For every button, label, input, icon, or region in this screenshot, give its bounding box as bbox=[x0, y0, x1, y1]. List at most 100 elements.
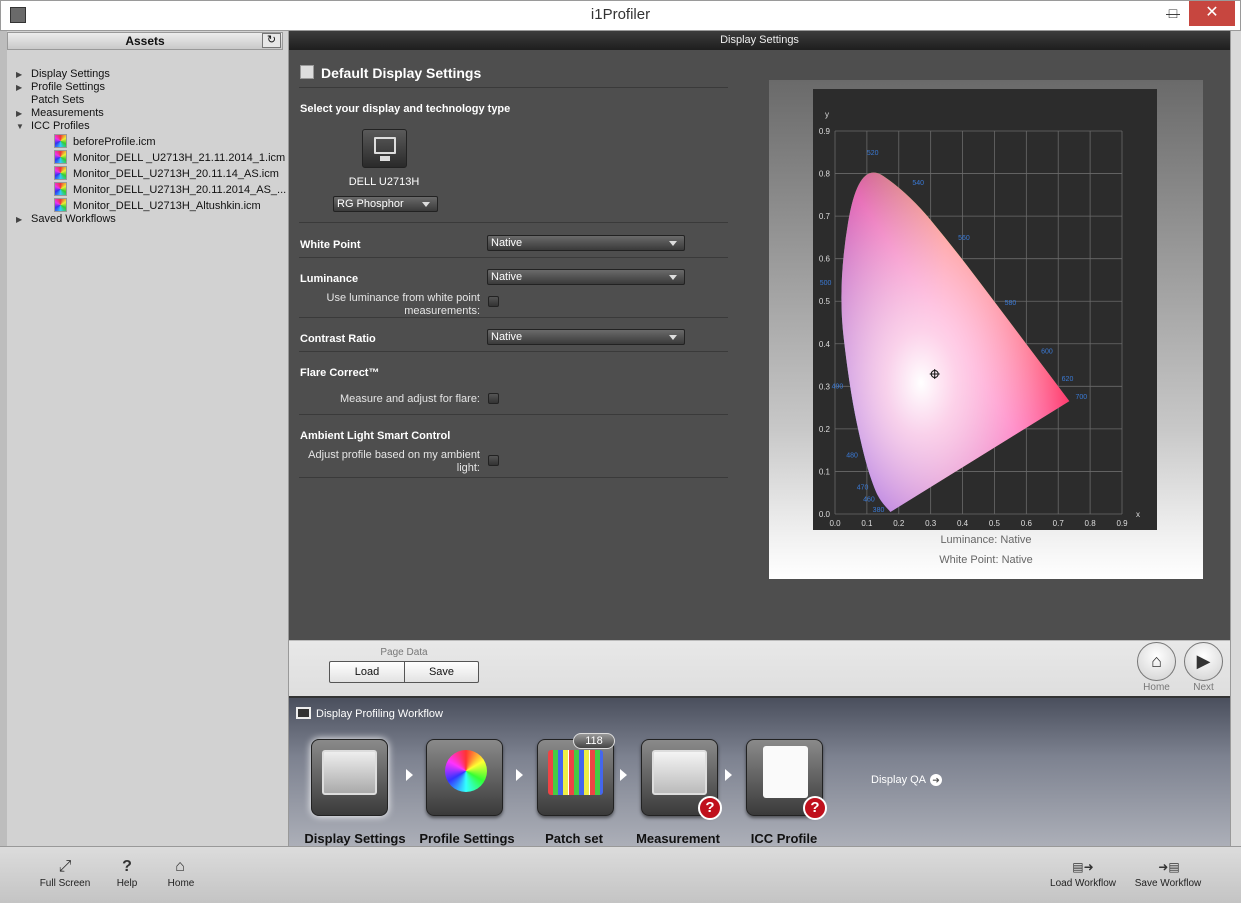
home-bottom-label[interactable]: Home bbox=[163, 878, 199, 889]
refresh-button[interactable]: ↻ bbox=[262, 33, 281, 48]
help-label[interactable]: Help bbox=[112, 878, 142, 889]
workflow-step-label: ICC Profile bbox=[750, 831, 818, 846]
luminance-dropdown[interactable]: Native bbox=[487, 269, 685, 285]
y-tick-label: 0.0 bbox=[819, 510, 831, 519]
tree-item-display-settings[interactable]: ▶ Display Settings bbox=[16, 68, 110, 81]
flare-option-label: Measure and adjust for flare: bbox=[339, 393, 480, 405]
flare-checkbox[interactable] bbox=[488, 393, 499, 404]
page-title: Default Display Settings bbox=[321, 65, 482, 81]
icc-file-item[interactable]: Monitor_DELL_U2713H_20.11.14_AS.icm bbox=[54, 166, 279, 181]
divider bbox=[299, 477, 728, 478]
display-name: DELL U2713H bbox=[348, 176, 420, 188]
luminance-checkbox[interactable] bbox=[488, 296, 499, 307]
wavelength-label: 700 bbox=[1075, 394, 1087, 401]
workflow-step-patch-set[interactable] bbox=[537, 739, 614, 816]
icc-file-icon bbox=[54, 134, 67, 148]
y-axis-title: y bbox=[825, 110, 829, 119]
select-display-label: Select your display and technology type bbox=[300, 103, 511, 115]
arrow-right-icon[interactable]: ➜ bbox=[930, 774, 942, 786]
white-point-dropdown[interactable]: Native bbox=[487, 235, 685, 251]
divider bbox=[299, 414, 728, 415]
white-point-label: White Point bbox=[300, 239, 361, 251]
home-button[interactable]: ⌂ bbox=[1137, 642, 1176, 681]
tree-item-saved-workflows[interactable]: ▶ Saved Workflows bbox=[16, 213, 116, 226]
icc-document-icon bbox=[763, 746, 808, 798]
x-axis-title: x bbox=[1136, 510, 1140, 519]
workflow-step-label: Profile Settings bbox=[419, 831, 515, 846]
page-data-label: Page Data bbox=[380, 647, 428, 658]
warning-icon: ? bbox=[698, 796, 722, 820]
icc-file-icon bbox=[54, 166, 67, 180]
save-workflow-icon[interactable]: ➜▤ bbox=[1154, 858, 1184, 876]
x-tick-label: 0.1 bbox=[861, 519, 873, 528]
step-arrow-icon bbox=[620, 769, 627, 781]
wavelength-label: 470 bbox=[857, 484, 869, 491]
tree-item-patch-sets[interactable]: Patch Sets bbox=[16, 94, 84, 107]
x-tick-label: 0.3 bbox=[925, 519, 937, 528]
full-screen-label[interactable]: Full Screen bbox=[36, 878, 94, 889]
wavelength-label: 480 bbox=[846, 453, 858, 460]
expand-arrow-icon[interactable]: ▶ bbox=[16, 107, 31, 120]
wavelength-label: 500 bbox=[820, 280, 832, 287]
wavelength-label: 580 bbox=[1005, 300, 1017, 307]
icc-file-icon bbox=[54, 150, 67, 164]
window-title: i1Profiler bbox=[590, 6, 651, 23]
load-workflow-label[interactable]: Load Workflow bbox=[1045, 878, 1121, 889]
tree-item-profile-settings[interactable]: ▶ Profile Settings bbox=[16, 81, 105, 94]
icc-file-icon bbox=[54, 182, 67, 196]
icc-file-item[interactable]: beforeProfile.icm bbox=[54, 134, 156, 149]
expand-arrow-icon[interactable]: ▶ bbox=[16, 81, 31, 94]
luminance-option-label: Use luminance from white point measureme… bbox=[326, 292, 480, 317]
next-button[interactable]: ▶ bbox=[1184, 642, 1223, 681]
ambient-checkbox[interactable] bbox=[488, 455, 499, 466]
x-tick-label: 0.6 bbox=[1021, 519, 1033, 528]
step-arrow-icon bbox=[516, 769, 523, 781]
technology-dropdown[interactable]: RG Phosphor bbox=[333, 196, 438, 212]
help-icon[interactable]: ? bbox=[117, 858, 137, 876]
wavelength-label: 490 bbox=[832, 383, 844, 390]
icc-file-item[interactable]: Monitor_DELL _U2713H_21.11.2014_1.icm bbox=[54, 150, 285, 165]
tree-item-measurements[interactable]: ▶ Measurements bbox=[16, 107, 104, 120]
load-workflow-icon[interactable]: ▤➜ bbox=[1068, 858, 1098, 876]
patch-count-badge: 118 bbox=[573, 733, 615, 749]
wavelength-label: 520 bbox=[867, 150, 879, 157]
close-button[interactable]: ✕ bbox=[1189, 1, 1235, 26]
divider bbox=[299, 317, 728, 318]
expand-arrow-icon[interactable]: ▶ bbox=[16, 213, 31, 226]
display-qa-link[interactable]: Display QA bbox=[871, 774, 926, 786]
workflow-step-profile-settings[interactable] bbox=[426, 739, 503, 816]
step-arrow-icon bbox=[725, 769, 732, 781]
wavelength-label: 540 bbox=[912, 180, 924, 187]
settings-page-icon bbox=[300, 65, 314, 79]
workflow-step-label: Patch set bbox=[545, 831, 603, 846]
home-icon[interactable]: ⌂ bbox=[170, 858, 190, 876]
contrast-ratio-dropdown[interactable]: Native bbox=[487, 329, 685, 345]
divider bbox=[299, 351, 728, 352]
y-tick-label: 0.4 bbox=[819, 340, 831, 349]
expand-arrow-icon[interactable]: ▶ bbox=[16, 68, 31, 81]
monitor-icon bbox=[374, 137, 396, 154]
ambient-light-label: Ambient Light Smart Control bbox=[300, 430, 451, 442]
collapse-arrow-icon[interactable]: ▼ bbox=[16, 120, 31, 133]
icc-file-item[interactable]: Monitor_DELL_U2713H_Altushkin.icm bbox=[54, 198, 261, 213]
tree-item-icc-profiles[interactable]: ▼ ICC Profiles bbox=[16, 120, 90, 133]
gear-icon bbox=[445, 750, 487, 792]
workflow-step-display-settings[interactable] bbox=[311, 739, 388, 816]
load-button[interactable]: Load bbox=[329, 661, 405, 683]
x-tick-label: 0.4 bbox=[957, 519, 969, 528]
save-button[interactable]: Save bbox=[404, 661, 479, 683]
luminance-label: Luminance bbox=[300, 273, 359, 285]
x-tick-label: 0.9 bbox=[1116, 519, 1128, 528]
x-tick-label: 0.7 bbox=[1053, 519, 1065, 528]
full-screen-icon[interactable]: ⤢ bbox=[55, 858, 75, 876]
monitor-icon bbox=[296, 707, 311, 719]
icc-file-item[interactable]: Monitor_DELL_U2713H_20.11.2014_AS_... bbox=[54, 182, 286, 197]
workflow-title: Display Profiling Workflow bbox=[316, 708, 443, 720]
workflow-step-label: Display Settings bbox=[304, 831, 406, 846]
y-tick-label: 0.2 bbox=[819, 425, 831, 434]
icc-file-icon bbox=[54, 198, 67, 212]
save-workflow-label[interactable]: Save Workflow bbox=[1130, 878, 1206, 889]
x-tick-label: 0.0 bbox=[829, 519, 841, 528]
maximize-button[interactable]: □ bbox=[1160, 1, 1186, 26]
y-tick-label: 0.3 bbox=[819, 382, 831, 391]
